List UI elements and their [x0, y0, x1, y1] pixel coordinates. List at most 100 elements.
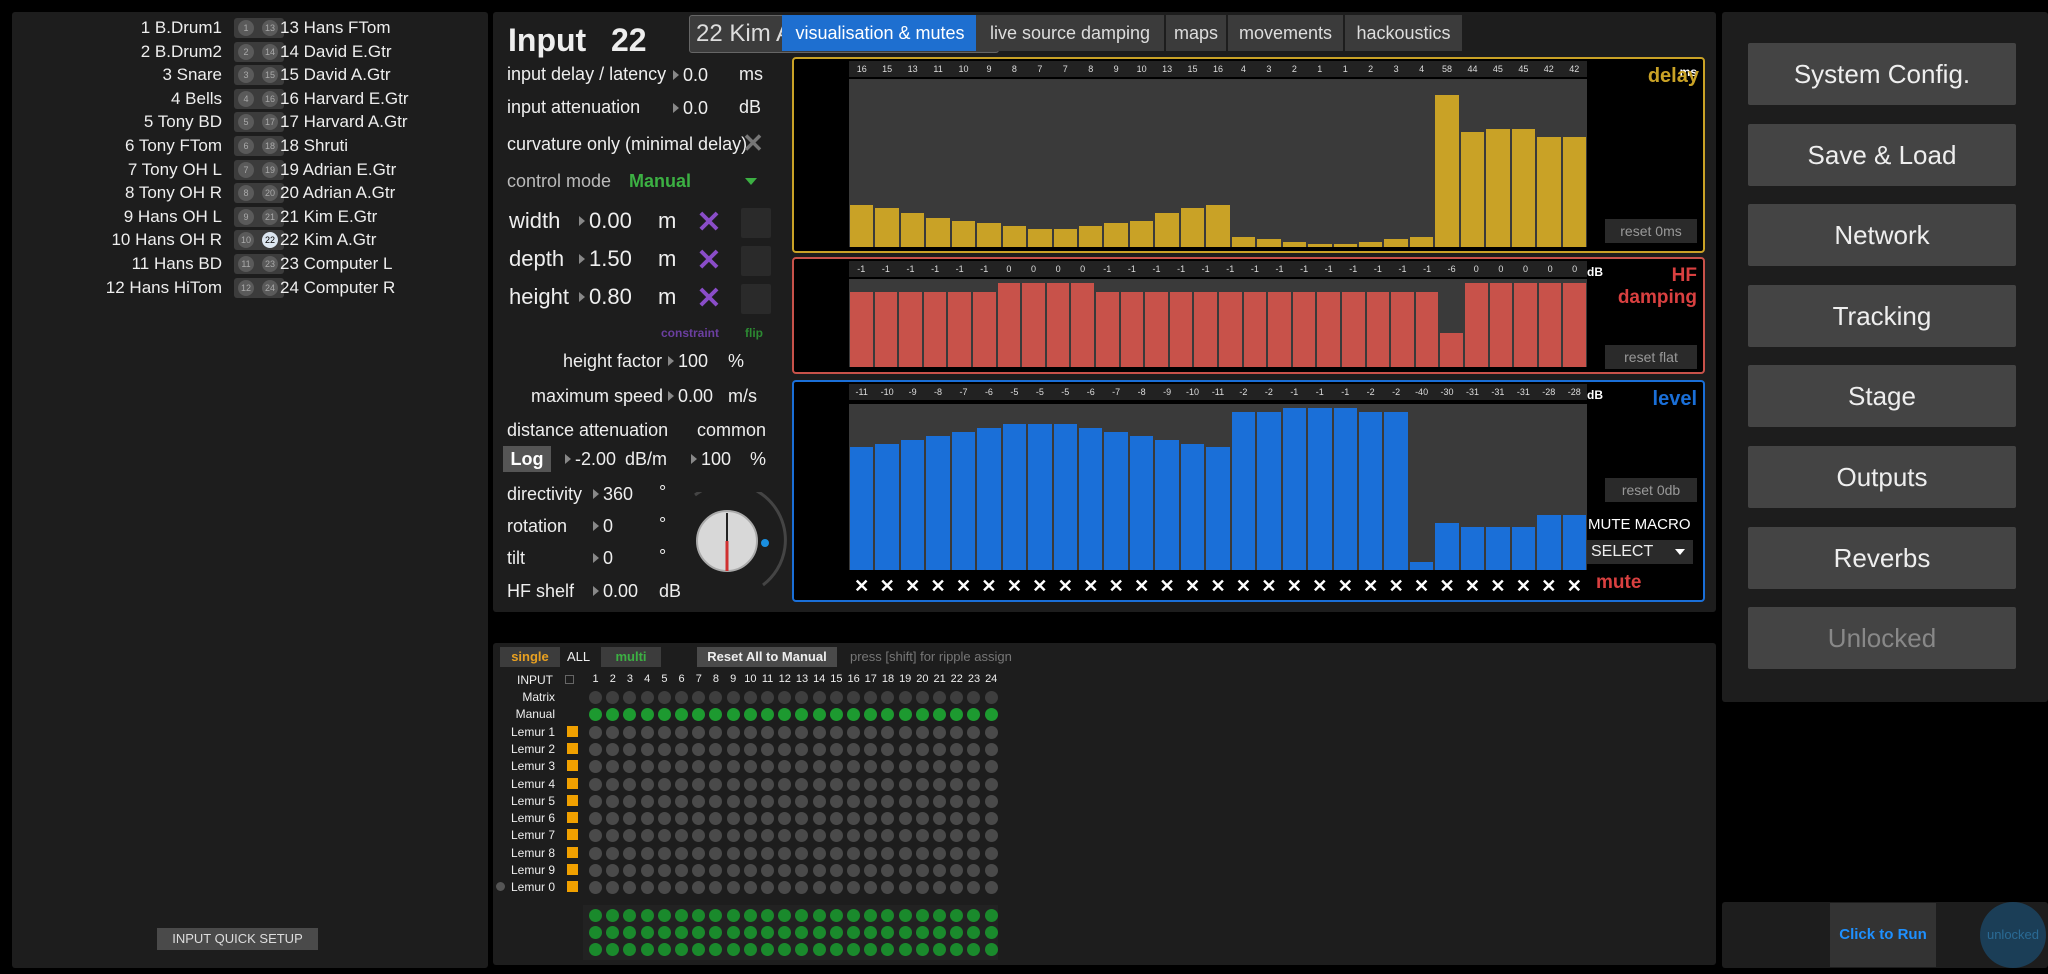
menu-tracking-button[interactable]: Tracking	[1748, 284, 2016, 347]
matrix-cell[interactable]	[933, 943, 946, 956]
matrix-cell[interactable]	[847, 691, 860, 704]
matrix-cell[interactable]	[657, 794, 671, 808]
menu-save-load-button[interactable]: Save & Load	[1748, 123, 2016, 186]
reset-hf-button[interactable]: reset flat	[1605, 345, 1697, 369]
matrix-cell[interactable]	[623, 864, 637, 877]
width-field[interactable]: 0.00	[579, 208, 649, 234]
matrix-cell[interactable]	[898, 943, 912, 956]
matrix-cell[interactable]	[743, 760, 757, 774]
mute-toggle-icon[interactable]: ✕	[925, 576, 950, 597]
matrix-cell[interactable]	[812, 691, 826, 704]
matrix-cell[interactable]	[675, 777, 688, 791]
matrix-cell[interactable]	[726, 881, 740, 895]
matrix-cell[interactable]	[606, 777, 620, 791]
matrix-cell[interactable]	[933, 881, 946, 895]
matrix-cell[interactable]	[589, 881, 602, 895]
input-bubble[interactable]: 3	[238, 67, 254, 84]
matrix-cell[interactable]	[864, 760, 878, 774]
matrix-cell[interactable]	[984, 777, 998, 791]
matrix-cell[interactable]	[984, 708, 998, 722]
matrix-cell[interactable]	[657, 829, 671, 843]
hf-shelf-field[interactable]: 0.00	[593, 578, 649, 604]
matrix-cell[interactable]	[864, 725, 878, 739]
matrix-cell[interactable]	[761, 777, 774, 791]
matrix-cell[interactable]	[881, 760, 895, 774]
single-mode-button[interactable]: single	[500, 647, 560, 667]
matrix-cell[interactable]	[657, 846, 671, 860]
matrix-cell[interactable]	[709, 881, 723, 895]
matrix-cell[interactable]	[967, 760, 981, 774]
matrix-cell[interactable]	[984, 864, 998, 877]
matrix-cell[interactable]	[915, 725, 929, 739]
matrix-cell[interactable]	[984, 760, 998, 774]
matrix-cell[interactable]	[709, 864, 723, 877]
input-name-right[interactable]: 18 Shruti	[280, 134, 480, 157]
lemur-row-indicator[interactable]	[567, 864, 578, 875]
matrix-cell[interactable]	[950, 760, 964, 774]
matrix-cell[interactable]	[950, 829, 964, 843]
bar[interactable]	[1409, 236, 1434, 247]
height-field[interactable]: 0.80	[579, 284, 649, 310]
matrix-cell[interactable]	[640, 812, 654, 826]
matrix-cell[interactable]	[657, 708, 671, 722]
input-name-right[interactable]: 13 Hans FTom	[280, 16, 480, 39]
matrix-cell[interactable]	[726, 864, 740, 877]
matrix-cell[interactable]	[847, 829, 860, 843]
matrix-cell[interactable]	[709, 829, 723, 843]
matrix-cell[interactable]	[829, 708, 843, 722]
matrix-cell[interactable]	[898, 742, 912, 756]
matrix-cell[interactable]	[881, 864, 895, 877]
bar[interactable]	[874, 291, 898, 367]
input-name-right[interactable]: 19 Adrian E.Gtr	[280, 158, 480, 181]
bar[interactable]	[1384, 239, 1408, 247]
matrix-cell[interactable]	[640, 943, 654, 956]
mute-toggle-icon[interactable]: ✕	[1129, 576, 1154, 597]
input-select-all-checkbox[interactable]	[565, 675, 574, 684]
input-bubble[interactable]: 18	[262, 138, 278, 154]
matrix-cell[interactable]	[898, 926, 912, 939]
tab-hackoustics[interactable]: hackoustics	[1345, 15, 1462, 51]
matrix-cell[interactable]	[915, 909, 929, 922]
bar[interactable]	[850, 291, 873, 367]
matrix-cell[interactable]	[623, 812, 637, 826]
input-name-left[interactable]: 4 Bells	[22, 87, 222, 110]
bar[interactable]	[1384, 411, 1408, 570]
bar[interactable]	[1079, 226, 1103, 247]
tab-maps[interactable]: maps	[1166, 15, 1226, 51]
matrix-cell[interactable]	[606, 829, 620, 843]
click-to-run-button[interactable]: Click to Run	[1830, 903, 1936, 967]
tab-movements[interactable]: movements	[1228, 15, 1343, 51]
matrix-cell[interactable]	[675, 760, 688, 774]
matrix-cell[interactable]	[778, 708, 792, 722]
matrix-cell[interactable]	[847, 742, 860, 756]
matrix-cell[interactable]	[795, 864, 809, 877]
matrix-cell[interactable]	[761, 881, 774, 895]
matrix-cell[interactable]	[984, 943, 998, 956]
mute-toggle-icon[interactable]: ✕	[1231, 576, 1256, 597]
matrix-cell[interactable]	[915, 943, 929, 956]
matrix-cell[interactable]	[743, 846, 757, 860]
mute-toggle-icon[interactable]: ✕	[1154, 576, 1179, 597]
bar[interactable]	[1308, 407, 1332, 570]
bar[interactable]	[1489, 283, 1513, 367]
matrix-cell[interactable]	[829, 829, 843, 843]
matrix-cell[interactable]	[847, 943, 860, 956]
matrix-cell[interactable]	[864, 777, 878, 791]
matrix-cell[interactable]	[967, 708, 981, 722]
matrix-cell[interactable]	[692, 881, 706, 895]
bar[interactable]	[1282, 241, 1307, 247]
matrix-cell[interactable]	[761, 812, 774, 826]
input-name-left[interactable]: 6 Tony FTom	[22, 134, 222, 157]
bar[interactable]	[1308, 243, 1332, 247]
matrix-cell[interactable]	[829, 725, 843, 739]
matrix-cell[interactable]	[761, 691, 774, 704]
lemur-row-indicator[interactable]	[567, 846, 578, 858]
matrix-cell[interactable]	[915, 777, 929, 791]
matrix-cell[interactable]	[726, 777, 740, 791]
matrix-cell[interactable]	[606, 864, 620, 877]
depth-field[interactable]: 1.50	[579, 246, 649, 272]
matrix-cell[interactable]	[692, 742, 706, 756]
matrix-cell[interactable]	[829, 864, 843, 877]
matrix-cell[interactable]	[623, 708, 637, 722]
input-bubble[interactable]: 4	[238, 90, 254, 107]
